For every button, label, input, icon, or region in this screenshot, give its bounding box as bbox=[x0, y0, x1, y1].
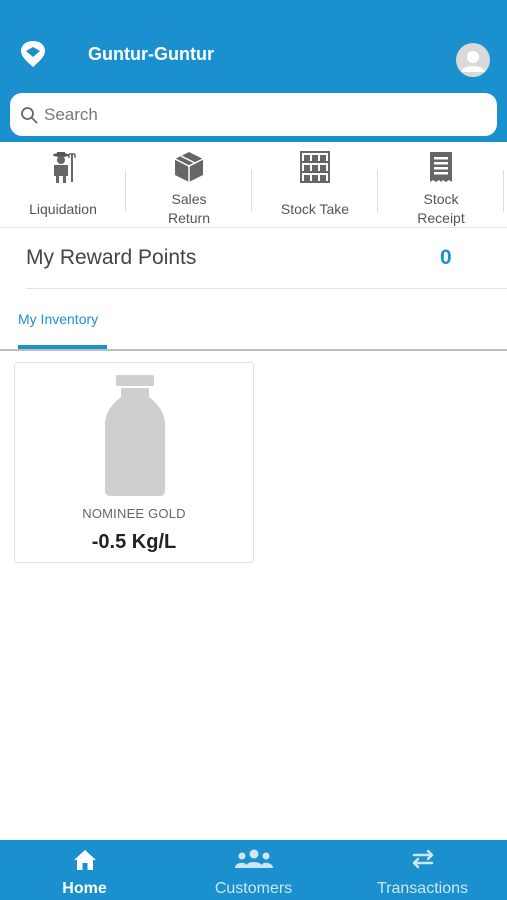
reward-points-label: My Reward Points bbox=[26, 246, 197, 269]
home-icon bbox=[73, 850, 96, 870]
shelves-icon bbox=[300, 151, 330, 183]
package-icon bbox=[174, 152, 204, 182]
sales-return-label: Sales Return bbox=[167, 191, 211, 226]
stock-take-button[interactable]: Stock Take bbox=[252, 142, 378, 228]
search-bar[interactable] bbox=[10, 93, 497, 136]
nav-customers-label: Customers bbox=[214, 880, 293, 897]
liquidation-button[interactable]: Liquidation bbox=[0, 142, 126, 228]
location-title[interactable]: Guntur-Guntur bbox=[88, 44, 214, 65]
customers-icon bbox=[234, 849, 273, 868]
stock-take-label: Stock Take bbox=[280, 201, 350, 217]
product-name: NOMINEE GOLD bbox=[82, 506, 186, 521]
search-input[interactable] bbox=[44, 104, 444, 125]
quick-actions: Liquidation Sales Return Stock Take Stoc… bbox=[0, 142, 507, 228]
user-icon bbox=[461, 51, 485, 72]
product-quantity: -0.5 Kg/L bbox=[91, 531, 177, 553]
liquidation-label: Liquidation bbox=[29, 201, 97, 217]
reward-points-row[interactable]: My Reward Points 0 bbox=[0, 228, 507, 289]
bottle-icon bbox=[105, 375, 165, 496]
reward-points-value: 0 bbox=[440, 246, 452, 269]
tab-indicator bbox=[18, 345, 107, 349]
divider bbox=[503, 170, 504, 212]
sales-return-button[interactable]: Sales Return bbox=[126, 142, 252, 228]
transactions-icon bbox=[412, 849, 433, 869]
tab-my-inventory[interactable]: My Inventory bbox=[18, 311, 98, 327]
farmer-icon bbox=[53, 152, 76, 183]
stock-receipt-button[interactable]: Stock Receipt bbox=[378, 142, 504, 228]
nav-transactions-label: Transactions bbox=[377, 880, 468, 897]
nav-home-label: Home bbox=[62, 880, 107, 897]
nav-transactions[interactable]: Transactions bbox=[338, 840, 507, 900]
bottom-nav: Home Customers Transactions bbox=[0, 840, 507, 900]
tab-bar: My Inventory bbox=[0, 289, 507, 351]
stock-receipt-label: Stock Receipt bbox=[417, 191, 465, 226]
receipt-icon bbox=[430, 152, 452, 182]
app-header: Guntur-Guntur bbox=[0, 0, 507, 142]
avatar[interactable] bbox=[456, 43, 490, 77]
inventory-card[interactable]: NOMINEE GOLD -0.5 Kg/L bbox=[14, 362, 254, 563]
location-pin-icon[interactable] bbox=[20, 40, 46, 68]
search-icon bbox=[21, 106, 38, 123]
nav-customers[interactable]: Customers bbox=[169, 840, 338, 900]
nav-home[interactable]: Home bbox=[0, 840, 169, 900]
